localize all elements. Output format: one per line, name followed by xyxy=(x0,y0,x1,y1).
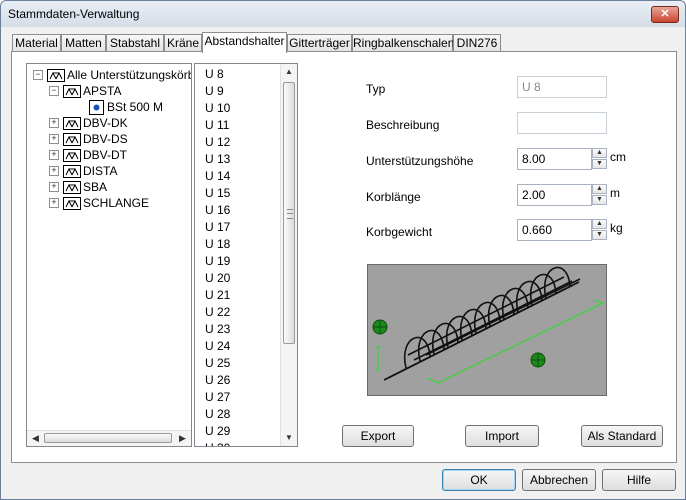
scroll-up-icon[interactable]: ▲ xyxy=(281,64,297,80)
ok-button[interactable]: OK xyxy=(442,469,516,491)
list-item[interactable]: U 14 xyxy=(205,168,230,185)
laenge-input[interactable]: 2.00 xyxy=(517,184,592,206)
list-item[interactable]: U 20 xyxy=(205,270,230,287)
list-item[interactable]: U 16 xyxy=(205,202,230,219)
export-button[interactable]: Export xyxy=(342,425,414,447)
basket-preview-image xyxy=(367,264,607,396)
tab-matten[interactable]: Matten xyxy=(61,34,106,51)
expand-icon[interactable]: + xyxy=(49,198,59,208)
basket-icon xyxy=(63,117,81,130)
item-icon xyxy=(89,100,104,115)
spin-up-icon[interactable]: ▲ xyxy=(592,184,607,194)
window-title: Stammdaten-Verwaltung xyxy=(8,7,140,21)
gewicht-label: Korbgewicht xyxy=(366,225,433,239)
spin-down-icon[interactable]: ▼ xyxy=(592,230,607,240)
scroll-thumb[interactable] xyxy=(283,82,295,344)
list-item[interactable]: U 26 xyxy=(205,372,230,389)
type-list[interactable]: U 8U 9U 10 U 11 U 12 U 13 U 14 U 15 U 16 U 17 U … xyxy=(194,63,298,447)
spin-up-icon[interactable]: ▲ xyxy=(592,148,607,158)
gewicht-unit: kg xyxy=(610,221,623,235)
list-item[interactable]: U 27 xyxy=(205,389,230,406)
help-button[interactable]: Hilfe xyxy=(602,469,676,491)
tab-panel: − Alle Unterstützungskörbe − APSTA BSt 5… xyxy=(11,51,677,463)
tree-horizontal-scrollbar[interactable]: ◀ ▶ xyxy=(27,430,191,446)
typ-field: U 8 xyxy=(517,76,607,98)
tab-ringbalkenschalen[interactable]: Ringbalkenschalen xyxy=(352,34,454,51)
list-item[interactable]: U 8 xyxy=(205,66,224,83)
hoehe-stepper[interactable]: ▲ ▼ xyxy=(592,148,608,170)
tab-din276[interactable]: DIN276 xyxy=(453,34,501,51)
list-item[interactable]: U 9 xyxy=(205,83,224,100)
list-item[interactable]: U 24 xyxy=(205,338,230,355)
expand-icon[interactable]: + xyxy=(49,150,59,160)
category-tree[interactable]: − Alle Unterstützungskörbe − APSTA BSt 5… xyxy=(26,63,192,447)
laenge-stepper[interactable]: ▲ ▼ xyxy=(592,184,608,206)
list-item[interactable]: U 28 xyxy=(205,406,230,423)
list-item[interactable]: U 17 xyxy=(205,219,230,236)
gewicht-input[interactable]: 0.660 xyxy=(517,219,592,241)
hoehe-input[interactable]: 8.00 xyxy=(517,148,592,170)
list-item[interactable]: U 18 xyxy=(205,236,230,253)
basket-icon xyxy=(63,197,81,210)
basket-icon xyxy=(63,165,81,178)
typ-label: Typ xyxy=(366,82,386,96)
expand-icon[interactable]: + xyxy=(49,118,59,128)
list-item[interactable]: U 25 xyxy=(205,355,230,372)
list-item[interactable]: U 13 xyxy=(205,151,230,168)
laenge-unit: m xyxy=(610,186,620,200)
basket-icon xyxy=(63,133,81,146)
cancel-button[interactable]: Abbrechen xyxy=(522,469,596,491)
basket-icon xyxy=(63,181,81,194)
laenge-label: Korblänge xyxy=(366,190,421,204)
list-item[interactable]: U 23 xyxy=(205,321,230,338)
scroll-left-icon[interactable]: ◀ xyxy=(28,431,43,446)
hoehe-label: Unterstützungshöhe xyxy=(366,154,474,168)
basket-icon xyxy=(63,149,81,162)
dialog-window: Stammdaten-Verwaltung ✕ Material Matten … xyxy=(0,0,686,500)
spin-up-icon[interactable]: ▲ xyxy=(592,219,607,229)
collapse-icon[interactable]: − xyxy=(33,70,43,80)
list-item[interactable]: U 19 xyxy=(205,253,230,270)
collapse-icon[interactable]: − xyxy=(49,86,59,96)
basket-drawing xyxy=(372,266,604,384)
list-item[interactable]: U 21 xyxy=(205,287,230,304)
list-item[interactable]: U 29 xyxy=(205,423,230,440)
tab-gittertraeger[interactable]: Gitterträger xyxy=(287,34,352,51)
scroll-down-icon[interactable]: ▼ xyxy=(281,430,297,446)
beschreibung-field xyxy=(517,112,607,134)
list-item[interactable]: U 22 xyxy=(205,304,230,321)
tab-stabstahl[interactable]: Stabstahl xyxy=(106,34,164,51)
expand-icon[interactable]: + xyxy=(49,182,59,192)
als-standard-button[interactable]: Als Standard xyxy=(581,425,663,447)
spin-down-icon[interactable]: ▼ xyxy=(592,159,607,169)
scroll-right-icon[interactable]: ▶ xyxy=(175,431,190,446)
close-button[interactable]: ✕ xyxy=(651,6,679,23)
list-vertical-scrollbar[interactable]: ▲ ▼ xyxy=(280,64,297,446)
hoehe-unit: cm xyxy=(610,150,626,164)
expand-icon[interactable]: + xyxy=(49,134,59,144)
tab-material[interactable]: Material xyxy=(12,34,61,51)
tab-kraene[interactable]: Kräne xyxy=(164,34,202,51)
scroll-thumb[interactable] xyxy=(44,433,172,443)
gewicht-stepper[interactable]: ▲ ▼ xyxy=(592,219,608,241)
spin-down-icon[interactable]: ▼ xyxy=(592,195,607,205)
list-item[interactable]: U 30 xyxy=(205,440,230,446)
list-item[interactable]: U 11 xyxy=(205,117,229,134)
list-item[interactable]: U 15 xyxy=(205,185,230,202)
list-item[interactable]: U 10 xyxy=(205,100,230,117)
list-item[interactable]: U 12 xyxy=(205,134,230,151)
basket-icon xyxy=(47,69,65,82)
basket-icon xyxy=(63,85,81,98)
import-button[interactable]: Import xyxy=(465,425,539,447)
title-bar: Stammdaten-Verwaltung ✕ xyxy=(1,1,685,27)
beschreibung-label: Beschreibung xyxy=(366,118,440,132)
expand-icon[interactable]: + xyxy=(49,166,59,176)
tab-abstandshalter[interactable]: Abstandshalter xyxy=(202,32,287,53)
